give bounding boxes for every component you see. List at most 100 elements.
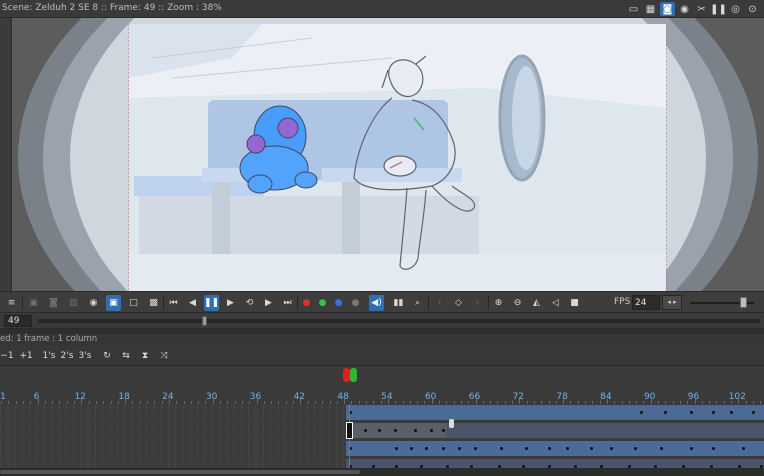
locator-icon[interactable]: ⌕ bbox=[410, 295, 425, 311]
blue-channel-icon[interactable]: ● bbox=[331, 295, 346, 311]
frame-toggle-icon[interactable]: □ bbox=[126, 295, 141, 311]
save-frame-icon[interactable]: ▣ bbox=[26, 295, 41, 311]
ruler-tick-label: 54 bbox=[381, 392, 393, 402]
keyframe-dot[interactable] bbox=[712, 411, 715, 414]
keyframe-dot[interactable] bbox=[414, 429, 417, 432]
keyframe-dot[interactable] bbox=[410, 447, 413, 450]
frame-scrub-handle[interactable] bbox=[202, 316, 207, 326]
cell-drag-handle[interactable] bbox=[449, 419, 454, 428]
monitor-icon[interactable]: ▭ bbox=[626, 2, 641, 16]
swing-icon[interactable]: ⇆ bbox=[119, 349, 133, 363]
keyframe-dot[interactable] bbox=[566, 447, 569, 450]
grid-icon[interactable]: ▦ bbox=[643, 2, 658, 16]
flip-vertical-icon[interactable]: ◁ bbox=[548, 295, 563, 311]
frame-label: Frame: 49 bbox=[109, 3, 156, 13]
ruler-tick-label: 24 bbox=[162, 392, 174, 402]
keyframe-dot[interactable] bbox=[690, 411, 693, 414]
keyframe-dot[interactable] bbox=[442, 429, 445, 432]
play-button[interactable]: ▶ bbox=[223, 295, 238, 311]
keyframe-dot[interactable] bbox=[610, 447, 613, 450]
histogram-icon[interactable]: ▮▮ bbox=[391, 295, 406, 311]
keyframe-dot[interactable] bbox=[525, 447, 528, 450]
reframe-1s-button[interactable]: 1's bbox=[42, 349, 56, 363]
prev-key-icon[interactable]: ‹ bbox=[432, 295, 447, 311]
timeline-tracks[interactable] bbox=[0, 404, 764, 476]
keyframe-dot[interactable] bbox=[378, 429, 381, 432]
checker-toggle-icon[interactable]: ▩ bbox=[146, 295, 161, 311]
next-key-icon[interactable]: › bbox=[470, 295, 485, 311]
last-frame-button[interactable]: ⏭ bbox=[280, 295, 295, 311]
timeline-scrollbar[interactable] bbox=[0, 468, 764, 476]
camera-icon[interactable]: ◉ bbox=[677, 2, 692, 16]
frame-number-field[interactable]: 49 bbox=[4, 315, 32, 327]
canvas-viewport[interactable] bbox=[12, 18, 764, 291]
current-frame-marker[interactable] bbox=[343, 368, 357, 382]
random-icon[interactable]: ⤨ bbox=[157, 349, 171, 363]
menu-icon[interactable]: ≡ bbox=[4, 295, 19, 311]
onion-toggle-icon[interactable]: ▣ bbox=[106, 295, 121, 311]
keyframe-dot[interactable] bbox=[500, 447, 503, 450]
pause-icon[interactable]: ❚❚ bbox=[710, 2, 727, 16]
keyframe-dot[interactable] bbox=[664, 411, 667, 414]
keyframe-dot[interactable] bbox=[742, 447, 745, 450]
previous-frame-button[interactable]: ◀ bbox=[185, 295, 200, 311]
keyframe-dot[interactable] bbox=[395, 447, 398, 450]
track-row[interactable] bbox=[0, 404, 764, 421]
loop-button[interactable]: ⟲ bbox=[242, 295, 257, 311]
zoom-in-icon[interactable]: ⊕ bbox=[491, 295, 506, 311]
pause-button[interactable]: ❚❚ bbox=[204, 295, 219, 311]
keyframe-dot[interactable] bbox=[634, 447, 637, 450]
keyframe-dot[interactable] bbox=[590, 447, 593, 450]
next-frame-button[interactable]: ▶ bbox=[261, 295, 276, 311]
flip-horizontal-icon[interactable]: ◭ bbox=[529, 295, 544, 311]
timeline-scrollbar-thumb[interactable] bbox=[0, 470, 360, 474]
fps-input[interactable]: 24 bbox=[632, 295, 660, 310]
step-back-one-button[interactable]: −1 bbox=[0, 349, 14, 363]
onion-skin-icon[interactable]: ◙ bbox=[660, 2, 675, 16]
ruler-tick-label: 90 bbox=[643, 392, 656, 402]
keyframe-dot[interactable] bbox=[474, 447, 477, 450]
eye-settings-icon[interactable]: ⊙ bbox=[745, 2, 760, 16]
speed-slider[interactable] bbox=[690, 297, 754, 308]
speed-slider-handle[interactable] bbox=[740, 297, 748, 308]
keyframe-dot[interactable] bbox=[394, 429, 397, 432]
keyframe-dot[interactable] bbox=[730, 411, 733, 414]
fps-stepper[interactable]: ◂ ▸ bbox=[662, 295, 682, 310]
eye-preview-icon[interactable]: ◉ bbox=[86, 295, 101, 311]
keyframe-dot[interactable] bbox=[660, 447, 663, 450]
keyframe-dot[interactable] bbox=[640, 411, 643, 414]
camera-snapshot-icon[interactable]: ◙ bbox=[46, 295, 61, 311]
sound-icon[interactable]: ◀) bbox=[369, 295, 384, 311]
frame-scrub-slider[interactable] bbox=[38, 316, 760, 326]
red-channel-icon[interactable]: ● bbox=[299, 295, 314, 311]
eye-icon[interactable]: ◎ bbox=[728, 2, 743, 16]
step-forward-one-button[interactable]: +1 bbox=[18, 349, 34, 363]
keyframe-dot[interactable] bbox=[425, 447, 428, 450]
timeline-ruler[interactable]: 1 6 12 18 24 30 36 42 48 54 60 66 72 78 84 90 96 102 bbox=[0, 366, 764, 404]
alpha-channel-icon[interactable]: ● bbox=[348, 295, 363, 311]
key-icon[interactable]: ◇ bbox=[451, 295, 466, 311]
green-channel-icon[interactable]: ● bbox=[315, 295, 330, 311]
keyframe-dot[interactable] bbox=[548, 447, 551, 450]
reverse-icon[interactable]: ⧗ bbox=[138, 349, 152, 363]
track-row[interactable] bbox=[0, 422, 764, 439]
current-cell[interactable] bbox=[346, 422, 353, 439]
layers-icon[interactable]: ▥ bbox=[66, 295, 81, 311]
keyframe-dot[interactable] bbox=[364, 429, 367, 432]
keyframe-dot[interactable] bbox=[430, 429, 433, 432]
keyframe-dot[interactable] bbox=[442, 447, 445, 450]
reframe-3s-button[interactable]: 3's bbox=[78, 349, 92, 363]
zoom-out-icon[interactable]: ⊖ bbox=[510, 295, 525, 311]
reframe-2s-button[interactable]: 2's bbox=[60, 349, 74, 363]
stop-icon[interactable]: ■ bbox=[567, 295, 582, 311]
first-frame-button[interactable]: ⏮ bbox=[166, 295, 181, 311]
clapper-icon[interactable]: ✂ bbox=[694, 2, 709, 16]
playhead-line bbox=[349, 404, 350, 476]
keyframe-dot[interactable] bbox=[712, 447, 715, 450]
track-row[interactable] bbox=[0, 440, 764, 457]
keyframe-dot[interactable] bbox=[458, 447, 461, 450]
keyframe-dot[interactable] bbox=[690, 447, 693, 450]
scene-artwork bbox=[12, 18, 764, 291]
keyframe-dot[interactable] bbox=[752, 411, 755, 414]
rotate-icon[interactable]: ↻ bbox=[100, 349, 114, 363]
